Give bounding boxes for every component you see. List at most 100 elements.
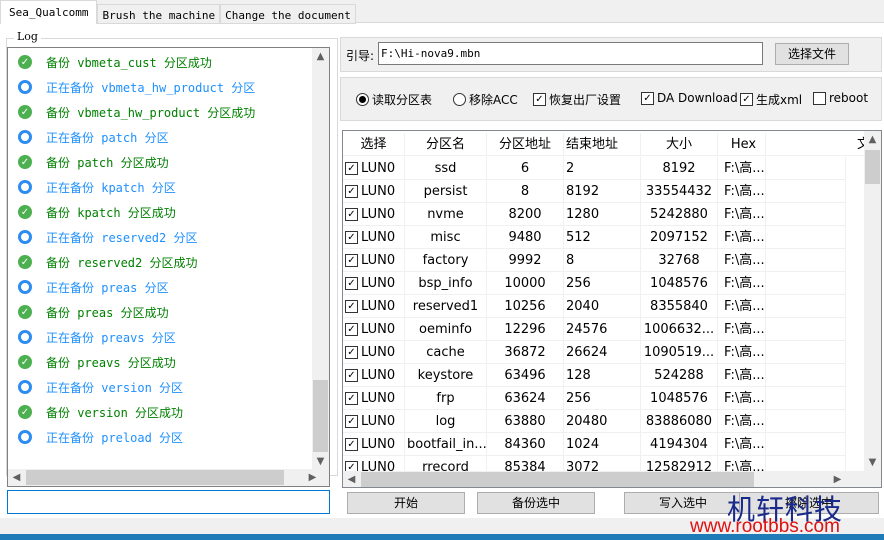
cell-text: LUN0 xyxy=(361,299,396,314)
cell-text: F:\高... xyxy=(724,322,765,337)
column-header[interactable]: 分区地址 xyxy=(487,133,564,156)
log-item: 正在备份 version 分区 xyxy=(18,376,183,398)
row-checkbox[interactable]: ✓ xyxy=(345,346,358,359)
table-cell: 10000 xyxy=(487,272,564,295)
tab-sea-qualcomm[interactable]: Sea_Qualcomm xyxy=(0,0,98,24)
backup-selected-button[interactable]: 备份选中 xyxy=(477,492,595,514)
cell-text: F:\高... xyxy=(724,230,765,245)
table-cell: factory xyxy=(405,249,487,272)
table-row[interactable]: ✓ LUN0 persist 8 8192 33554432 F:\高... xyxy=(343,180,846,203)
table-row[interactable]: ✓ LUN0 frp 63624 256 1048576 F:\高... xyxy=(343,387,846,410)
table-cell: ✓ LUN0 xyxy=(343,318,405,341)
cell-text: F:\高... xyxy=(724,253,765,268)
row-checkbox[interactable]: ✓ xyxy=(345,162,358,175)
table-cell: oeminfo xyxy=(405,318,487,341)
scroll-up-icon[interactable]: ▲ xyxy=(312,48,329,65)
cell-text: reserved1 xyxy=(412,299,479,314)
log-text: 备份 patch 分区成功 xyxy=(46,155,169,170)
option-2[interactable]: ✓ 恢复出厂设置 xyxy=(533,91,621,108)
table-cell: 8 xyxy=(564,249,641,272)
table-cell: 2097152 xyxy=(641,226,718,249)
column-header[interactable]: 分区名 xyxy=(405,133,487,156)
column-header[interactable]: 大小 xyxy=(641,133,718,156)
table-row[interactable]: ✓ LUN0 keystore 63496 128 524288 F:\高... xyxy=(343,364,846,387)
start-button[interactable]: 开始 xyxy=(347,492,465,514)
table-cell xyxy=(766,387,846,410)
scroll-left-icon[interactable]: ◀ xyxy=(8,469,25,486)
row-checkbox[interactable]: ✓ xyxy=(345,415,358,428)
log-hscroll-thumb[interactable] xyxy=(26,470,284,485)
table-cell: ✓ LUN0 xyxy=(343,295,405,318)
table-row[interactable]: ✓ LUN0 bootfail_in... 84360 1024 4194304 F:\高.… xyxy=(343,433,846,456)
scroll-down-icon[interactable]: ▼ xyxy=(864,454,881,471)
table-cell: 33554432 xyxy=(641,180,718,203)
option-4[interactable]: ✓ 生成xml xyxy=(740,91,802,108)
table-cell: 36872 xyxy=(487,341,564,364)
table-cell: frp xyxy=(405,387,487,410)
table-row[interactable]: ✓ LUN0 factory 9992 8 32768 F:\高... xyxy=(343,249,846,272)
column-header[interactable]: Hex xyxy=(718,133,766,156)
radio-button[interactable] xyxy=(453,93,466,106)
check-circle-icon: ✓ xyxy=(18,55,32,69)
boot-label: 引导: xyxy=(346,49,375,63)
table-row[interactable]: ✓ LUN0 misc 9480 512 2097152 F:\高... xyxy=(343,226,846,249)
log-horizontal-scrollbar[interactable]: ◀ ▶ xyxy=(8,469,329,486)
watermark-url: www.rootbbs.com xyxy=(690,516,840,537)
radio-button[interactable] xyxy=(356,93,369,106)
write-selected-button[interactable]: 写入选中 xyxy=(624,492,742,514)
cell-text: LUN0 xyxy=(361,414,396,429)
row-checkbox[interactable]: ✓ xyxy=(345,438,358,451)
log-item: 正在备份 preload 分区 xyxy=(18,426,183,448)
table-row[interactable]: ✓ LUN0 ssd 6 2 8192 F:\高... xyxy=(343,157,846,180)
table-cell: 5242880 xyxy=(641,203,718,226)
tab-change-document[interactable]: Change the document xyxy=(220,4,356,24)
select-file-button[interactable]: 选择文件 xyxy=(775,43,849,65)
scroll-down-icon[interactable]: ▼ xyxy=(312,453,329,470)
checkbox[interactable]: ✓ xyxy=(641,91,654,105)
table-horizontal-scrollbar[interactable]: ◀ ▶ xyxy=(343,471,881,487)
checkbox[interactable]: ✓ xyxy=(740,93,753,106)
table-scroll-thumb[interactable] xyxy=(865,150,880,184)
boot-path-input[interactable]: F:\Hi-nova9.mbn xyxy=(378,42,763,65)
scroll-right-icon[interactable]: ▶ xyxy=(829,471,846,487)
log-vertical-scrollbar[interactable]: ▲ ▼ xyxy=(312,48,329,470)
row-checkbox[interactable]: ✓ xyxy=(345,231,358,244)
scroll-left-icon[interactable]: ◀ xyxy=(343,471,360,487)
row-checkbox[interactable]: ✓ xyxy=(345,208,358,221)
checkbox[interactable] xyxy=(813,91,826,105)
row-checkbox[interactable]: ✓ xyxy=(345,392,358,405)
log-input[interactable] xyxy=(7,490,330,514)
row-checkbox[interactable]: ✓ xyxy=(345,185,358,198)
row-checkbox[interactable]: ✓ xyxy=(345,300,358,313)
option-3[interactable]: ✓ DA Download xyxy=(641,91,738,105)
log-item: ✓ 备份 vbmeta_hw_product 分区成功 xyxy=(18,101,255,123)
option-1[interactable]: 移除ACC xyxy=(453,91,518,108)
check-circle-icon: ✓ xyxy=(18,305,32,319)
option-5[interactable]: reboot xyxy=(813,91,868,105)
column-header[interactable]: 结束地址 xyxy=(564,133,641,156)
row-checkbox[interactable]: ✓ xyxy=(345,323,358,336)
table-row[interactable]: ✓ LUN0 reserved1 10256 2040 8355840 F:\高... xyxy=(343,295,846,318)
table-row[interactable]: ✓ LUN0 cache 36872 26624 1090519... F:\高... xyxy=(343,341,846,364)
table-row[interactable]: ✓ LUN0 oeminfo 12296 24576 1006632... F:\高... xyxy=(343,318,846,341)
cell-text: F:\高... xyxy=(724,368,765,383)
row-checkbox[interactable]: ✓ xyxy=(345,369,358,382)
tab-brush-machine[interactable]: Brush the machine xyxy=(97,4,221,24)
table-row[interactable]: ✓ LUN0 nvme 8200 1280 5242880 F:\高... xyxy=(343,203,846,226)
table-hscroll-thumb[interactable] xyxy=(361,472,754,487)
option-0[interactable]: 读取分区表 xyxy=(356,91,432,108)
column-header[interactable]: 选择 xyxy=(343,133,405,156)
table-cell: F:\高... xyxy=(718,272,766,295)
scroll-right-icon[interactable]: ▶ xyxy=(304,469,321,486)
table-cell: 256 xyxy=(564,387,641,410)
table-cell: F:\高... xyxy=(718,295,766,318)
table-vertical-scrollbar[interactable]: ▲ ▼ xyxy=(864,131,881,471)
table-row[interactable]: ✓ LUN0 log 63880 20480 83886080 F:\高... xyxy=(343,410,846,433)
row-checkbox[interactable]: ✓ xyxy=(345,254,358,267)
scroll-up-icon[interactable]: ▲ xyxy=(864,131,881,148)
table-row[interactable]: ✓ LUN0 bsp_info 10000 256 1048576 F:\高... xyxy=(343,272,846,295)
row-checkbox[interactable]: ✓ xyxy=(345,277,358,290)
checkbox[interactable]: ✓ xyxy=(533,93,546,106)
log-scroll-thumb[interactable] xyxy=(313,380,328,452)
table-cell: 512 xyxy=(564,226,641,249)
